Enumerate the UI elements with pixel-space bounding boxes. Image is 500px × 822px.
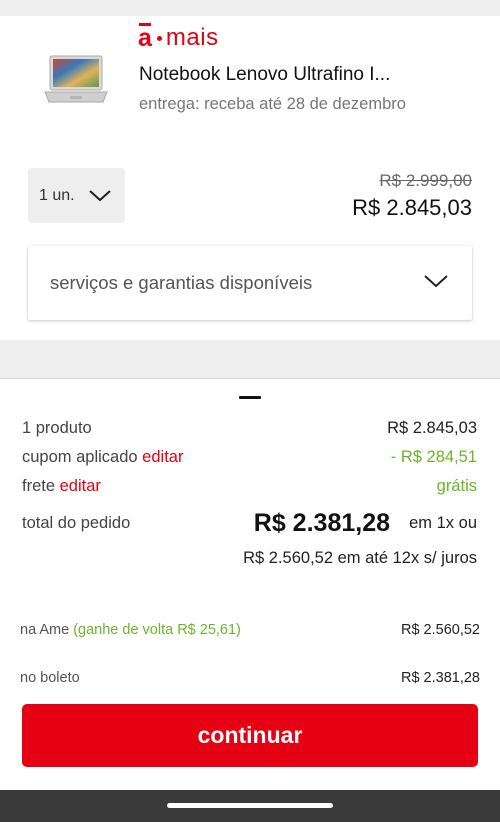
section-gap bbox=[0, 340, 500, 378]
shipping-row: frete editar bbox=[22, 477, 101, 496]
services-dropdown[interactable]: serviços e garantias disponíveis bbox=[28, 246, 472, 320]
boleto-value: R$ 2.381,28 bbox=[400, 670, 480, 686]
shipping-label: frete bbox=[22, 477, 56, 495]
quantity-select[interactable]: 1 un. bbox=[28, 168, 125, 223]
products-subtotal: R$ 2.845,03 bbox=[387, 419, 477, 437]
coupon-edit-link[interactable]: editar bbox=[142, 448, 183, 466]
ame-value: R$ 2.560,52 bbox=[400, 622, 480, 638]
continue-button[interactable]: continuar bbox=[22, 704, 478, 767]
delivery-estimate: entrega: receba até 28 de dezembro bbox=[139, 95, 406, 113]
ame-cashback: (ganhe de volta R$ 25,61) bbox=[73, 622, 241, 638]
system-nav-bar bbox=[0, 790, 500, 822]
coupon-discount: - R$ 284,51 bbox=[390, 448, 477, 466]
quantity-value: 1 un. bbox=[39, 186, 75, 204]
total-suffix: em 1x ou bbox=[409, 514, 477, 532]
chevron-down-icon bbox=[88, 189, 111, 201]
brand-name: mais bbox=[165, 24, 219, 51]
home-gesture-pill[interactable] bbox=[167, 803, 333, 808]
services-label: serviços e garantias disponíveis bbox=[50, 272, 313, 293]
coupon-label: cupom aplicado bbox=[22, 448, 138, 466]
product-image[interactable] bbox=[42, 52, 110, 112]
products-count-label: 1 produto bbox=[22, 419, 92, 437]
brand-mark: a bbox=[138, 23, 152, 52]
boleto-label: no boleto bbox=[20, 670, 80, 686]
coupon-row: cupom aplicado editar bbox=[22, 448, 183, 467]
total-label: total do pedido bbox=[22, 514, 131, 532]
installments-info: R$ 2.560,52 em até 12x s/ juros bbox=[243, 549, 477, 567]
sheet-handle[interactable] bbox=[239, 396, 261, 399]
top-strip bbox=[0, 0, 500, 16]
order-summary-sheet: 1 produto R$ 2.845,03 cupom aplicado edi… bbox=[0, 378, 500, 790]
old-price: R$ 2.999,00 bbox=[379, 171, 472, 190]
shipping-value: grátis bbox=[436, 477, 477, 495]
current-price: R$ 2.845,03 bbox=[352, 195, 472, 220]
brand-logo: a mais bbox=[138, 23, 219, 52]
ame-row: na Ame (ganhe de volta R$ 25,61) bbox=[20, 622, 241, 638]
order-total: R$ 2.381,28 bbox=[253, 509, 390, 537]
shipping-edit-link[interactable]: editar bbox=[60, 477, 101, 495]
brand-dot bbox=[156, 35, 162, 41]
product-title[interactable]: Notebook Lenovo Ultrafino I... bbox=[139, 64, 439, 86]
chevron-down-icon bbox=[424, 275, 448, 288]
laptop-icon bbox=[44, 55, 108, 103]
cart-item-card: a mais Notebook Lenovo Ultrafino I... en… bbox=[0, 16, 500, 340]
ame-label: na Ame bbox=[20, 622, 70, 638]
